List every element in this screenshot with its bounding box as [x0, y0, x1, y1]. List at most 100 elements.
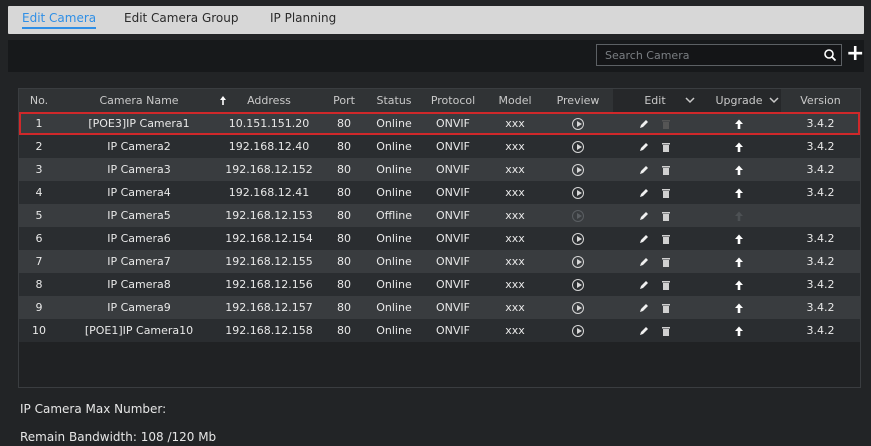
cell-no: 3: [35, 163, 43, 176]
table-row[interactable]: 4 IP Camera4 192.168.12.41 80 Online ONVIF xxx…: [19, 181, 860, 204]
cell-version: 3.4.2: [806, 324, 835, 337]
pencil-icon[interactable]: [638, 233, 650, 245]
table-row[interactable]: 1 [POE3]IP Camera1 10.151.151.20 80 Online ON…: [19, 112, 860, 135]
cell-status: Online: [376, 324, 412, 337]
upload-arrow-icon[interactable]: [733, 141, 745, 153]
cell-edit: [613, 227, 697, 250]
cell-address: 192.168.12.40: [228, 140, 310, 153]
table-row[interactable]: 5 IP Camera5 192.168.12.153 80 Offline ONVIF x…: [19, 204, 860, 227]
cell-version: 3.4.2: [806, 255, 835, 268]
trash-icon[interactable]: [660, 279, 672, 291]
header-upgrade[interactable]: Upgrade: [697, 89, 781, 112]
cell-protocol: ONVIF: [436, 140, 470, 153]
upload-arrow-icon[interactable]: [733, 164, 745, 176]
pencil-icon[interactable]: [638, 118, 650, 130]
cell-protocol: ONVIF: [436, 301, 470, 314]
pencil-icon[interactable]: [638, 256, 650, 268]
cell-protocol: ONVIF: [436, 186, 470, 199]
cell-camera-name: IP Camera2: [107, 140, 171, 153]
upload-arrow-icon[interactable]: [733, 187, 745, 199]
table-row[interactable]: 7 IP Camera7 192.168.12.155 80 Online ONVIF xx…: [19, 250, 860, 273]
play-icon[interactable]: [572, 279, 584, 291]
play-icon[interactable]: [572, 118, 584, 130]
cell-preview: [543, 250, 613, 273]
pencil-icon[interactable]: [638, 164, 650, 176]
cell-edit: [613, 135, 697, 158]
play-icon[interactable]: [572, 141, 584, 153]
cell-no: 7: [35, 255, 43, 268]
camera-table: No. Camera Name Address Port Status Prot…: [18, 88, 861, 388]
upload-arrow-icon[interactable]: [733, 279, 745, 291]
header-upgrade-label: Upgrade: [715, 94, 763, 107]
trash-icon[interactable]: [660, 164, 672, 176]
tab-edit-camera-group[interactable]: Edit Camera Group: [124, 6, 239, 34]
header-edit[interactable]: Edit: [613, 89, 697, 112]
pencil-icon[interactable]: [638, 210, 650, 222]
cell-preview: [543, 319, 613, 342]
cell-camera-name: IP Camera3: [107, 163, 171, 176]
cell-camera-name: [POE1]IP Camera10: [84, 324, 194, 337]
cell-model: xxx: [505, 255, 525, 268]
cell-preview: [543, 135, 613, 158]
trash-icon[interactable]: [660, 210, 672, 222]
play-icon[interactable]: [572, 325, 584, 337]
play-icon[interactable]: [572, 187, 584, 199]
trash-icon[interactable]: [660, 141, 672, 153]
search-icon[interactable]: [823, 48, 837, 62]
cell-model: xxx: [505, 117, 525, 130]
cell-port: 80: [337, 209, 351, 222]
pencil-icon[interactable]: [638, 279, 650, 291]
trash-icon[interactable]: [660, 302, 672, 314]
chevron-down-icon[interactable]: [683, 92, 697, 108]
tab-ip-planning[interactable]: IP Planning: [270, 6, 336, 34]
play-icon[interactable]: [572, 256, 584, 268]
table-header: No. Camera Name Address Port Status Prot…: [19, 89, 860, 112]
table-row[interactable]: 9 IP Camera9 192.168.12.157 80 Online ONVIF xx…: [19, 296, 860, 319]
table-row[interactable]: 2 IP Camera2 192.168.12.40 80 Online ONVIF xxx…: [19, 135, 860, 158]
cell-upgrade: [697, 204, 781, 227]
play-icon[interactable]: [572, 302, 584, 314]
trash-icon[interactable]: [660, 187, 672, 199]
header-camera-name[interactable]: Camera Name: [59, 89, 219, 112]
upload-arrow-icon[interactable]: [733, 118, 745, 130]
trash-icon[interactable]: [660, 256, 672, 268]
header-address[interactable]: Address: [219, 89, 319, 112]
header-preview: Preview: [556, 94, 600, 107]
table-row[interactable]: 3 IP Camera3 192.168.12.152 80 Online ONVIF xx…: [19, 158, 860, 181]
table-row[interactable]: 10 [POE1]IP Camera10 192.168.12.158 80 Onlin…: [19, 319, 860, 342]
play-icon[interactable]: [572, 164, 584, 176]
tab-edit-camera[interactable]: Edit Camera: [22, 6, 97, 34]
arrow-up-icon[interactable]: [219, 89, 227, 112]
search-input[interactable]: [597, 45, 833, 65]
play-icon[interactable]: [572, 233, 584, 245]
tab-bar: Edit Camera Edit Camera Group IP Plannin…: [8, 6, 864, 34]
cell-model: xxx: [505, 324, 525, 337]
trash-icon[interactable]: [660, 325, 672, 337]
cell-model: xxx: [505, 186, 525, 199]
cell-camera-name: IP Camera7: [107, 255, 171, 268]
cell-port: 80: [337, 255, 351, 268]
trash-icon[interactable]: [660, 233, 672, 245]
cell-upgrade: [697, 319, 781, 342]
table-row[interactable]: 6 IP Camera6 192.168.12.154 80 Online ONVIF xx…: [19, 227, 860, 250]
cell-address: 192.168.12.154: [225, 232, 313, 245]
upload-arrow-icon[interactable]: [733, 325, 745, 337]
pencil-icon[interactable]: [638, 325, 650, 337]
cell-version: 3.4.2: [806, 301, 835, 314]
pencil-icon[interactable]: [638, 187, 650, 199]
cell-preview: [543, 204, 613, 227]
plus-icon[interactable]: +: [846, 43, 864, 66]
pencil-icon[interactable]: [638, 302, 650, 314]
cell-no: 5: [35, 209, 43, 222]
cell-preview: [543, 296, 613, 319]
chevron-down-icon[interactable]: [767, 92, 781, 108]
cell-protocol: ONVIF: [436, 324, 470, 337]
upload-arrow-icon[interactable]: [733, 233, 745, 245]
pencil-icon[interactable]: [638, 141, 650, 153]
upload-arrow-icon[interactable]: [733, 256, 745, 268]
upload-arrow-icon[interactable]: [733, 302, 745, 314]
cell-version: 3.4.2: [806, 117, 835, 130]
table-row[interactable]: 8 IP Camera8 192.168.12.156 80 Online ONVIF xx…: [19, 273, 860, 296]
cell-version: 3.4.2: [806, 232, 835, 245]
cell-no: 9: [35, 301, 43, 314]
